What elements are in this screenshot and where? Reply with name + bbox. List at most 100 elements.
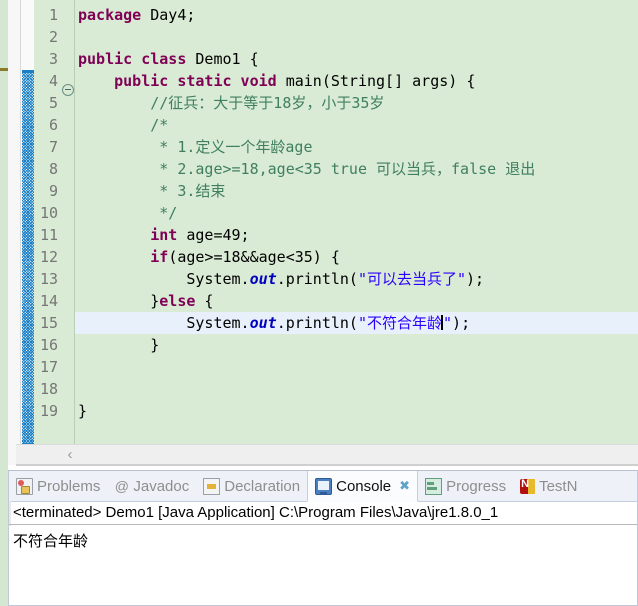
java-editor: 1 2 3 4 5 6 7 8 9 10 11 12 13 14 15 16 17 18 19 package Da… (8, 0, 638, 466)
line-number: 16 (39, 336, 58, 354)
code-token: */ (159, 204, 178, 222)
code-line[interactable]: * 2.age>=18,age<35 true 可以当兵，false 退出 (75, 158, 638, 180)
progress-icon (425, 477, 443, 495)
code-token: .println( (276, 270, 358, 288)
code-line[interactable]: package Day4; (75, 4, 638, 26)
editor-change-bar (22, 73, 34, 447)
code-line[interactable]: System.out.println("不符合年龄"); (75, 312, 638, 334)
code-line[interactable] (75, 378, 638, 400)
line-number: 5 (48, 94, 58, 112)
code-token: System. (78, 314, 250, 332)
code-token: ); (452, 314, 471, 332)
line-number: 12 (39, 248, 58, 266)
code-token: } (78, 292, 160, 310)
console-output[interactable]: 不符合年龄 (9, 526, 637, 605)
code-line[interactable]: }else { (75, 290, 638, 312)
code-line[interactable]: if(age>=18&&age<35) { (75, 246, 638, 268)
tab-label: Console (336, 477, 392, 495)
line-number: 9 (48, 182, 58, 200)
collapse-icon[interactable] (62, 84, 74, 96)
code-line[interactable]: //征兵：大于等于18岁，小于35岁 (75, 92, 638, 114)
line-number: 13 (39, 270, 58, 288)
view-tabbar: Problems @ Javadoc Declaration Console ✖ Progr… (9, 471, 637, 502)
code-line[interactable] (75, 26, 638, 48)
left-strip-marker (0, 68, 8, 71)
code-line[interactable]: int age=49; (75, 224, 638, 246)
console-icon (315, 477, 333, 495)
code-line[interactable]: public class Demo1 { (75, 48, 638, 70)
code-token: } (78, 402, 88, 420)
line-number: 4 (48, 72, 58, 90)
code-token: "不符合年龄 (357, 314, 443, 332)
tab-declaration[interactable]: Declaration (196, 471, 307, 501)
line-number: 11 (39, 226, 58, 244)
tab-javadoc[interactable]: @ Javadoc (107, 471, 196, 501)
code-token: " (443, 314, 453, 332)
code-line[interactable]: */ (75, 202, 638, 224)
workspace-left-strip (0, 0, 8, 465)
close-icon[interactable]: ✖ (399, 478, 410, 494)
line-number: 2 (48, 28, 58, 46)
console-view: Problems @ Javadoc Declaration Console ✖ Progr… (8, 470, 638, 606)
code-token: public class (78, 50, 187, 68)
code-token: .println( (276, 314, 358, 332)
tab-label: Javadoc (133, 477, 190, 495)
tab-testn[interactable]: TestN (513, 471, 584, 501)
eclipse-ide-window: 1 2 3 4 5 6 7 8 9 10 11 12 13 14 15 16 17 18 19 package Da… (0, 0, 638, 606)
folding-ruler[interactable] (60, 0, 75, 455)
line-number: 17 (39, 358, 58, 376)
code-token: int (150, 226, 178, 244)
code-token: //征兵：大于等于18岁，小于35岁 (150, 94, 385, 112)
code-line[interactable]: public static void main(String[] args) { (75, 70, 638, 92)
code-line[interactable]: } (75, 334, 638, 356)
code-area[interactable]: package Day4; public class Demo1 { publi… (75, 0, 638, 455)
line-number: 15 (39, 314, 58, 332)
code-line[interactable]: /* (75, 114, 638, 136)
line-number: 7 (48, 138, 58, 156)
tab-label: Problems (37, 477, 101, 495)
code-line[interactable]: * 3.结束 (75, 180, 638, 202)
code-token: "可以去当兵了" (357, 270, 467, 288)
tab-console[interactable]: Console ✖ (307, 471, 419, 502)
line-number: 6 (48, 116, 58, 134)
code-line[interactable] (75, 356, 638, 378)
code-token: else (159, 292, 196, 310)
line-number: 8 (48, 160, 58, 178)
code-token: public static void (114, 72, 277, 90)
line-number: 3 (48, 50, 58, 68)
code-token: * 3.结束 (159, 182, 226, 200)
tab-progress[interactable]: Progress (418, 471, 513, 501)
problems-icon (16, 477, 33, 495)
code-token: age=49; (177, 226, 250, 244)
line-number: 1 (48, 6, 58, 24)
workspace-left-strip-lower (0, 465, 8, 606)
code-line[interactable]: * 1.定义一个年龄age (75, 136, 638, 158)
scroll-left-icon[interactable]: ‹ (63, 447, 77, 462)
code-token: * 2.age>=18,age<35 true 可以当兵，false 退出 (159, 160, 536, 178)
code-token: } (78, 336, 160, 354)
tab-label: Progress (446, 477, 507, 495)
line-number: 19 (39, 402, 58, 420)
console-status-line: <terminated> Demo1 [Java Application] C:… (9, 501, 637, 525)
code-token: out (249, 270, 277, 288)
tab-problems[interactable]: Problems (9, 471, 107, 501)
code-token: main(String[] args) { (276, 72, 476, 90)
line-number-ruler: 1 2 3 4 5 6 7 8 9 10 11 12 13 14 15 16 17 18 19 (34, 0, 60, 455)
editor-left-padding (8, 0, 21, 465)
tab-label: TestN (539, 477, 578, 495)
editor-horizontal-scrollbar[interactable] (16, 444, 638, 466)
code-token: (age>=18&&age<35) { (168, 248, 340, 266)
line-number: 10 (39, 204, 58, 222)
tab-label: Declaration (224, 477, 301, 495)
code-line[interactable]: } (75, 400, 638, 422)
code-token: Day4; (141, 6, 196, 24)
code-line[interactable]: System.out.println("可以去当兵了"); (75, 268, 638, 290)
line-number: 14 (39, 292, 58, 310)
